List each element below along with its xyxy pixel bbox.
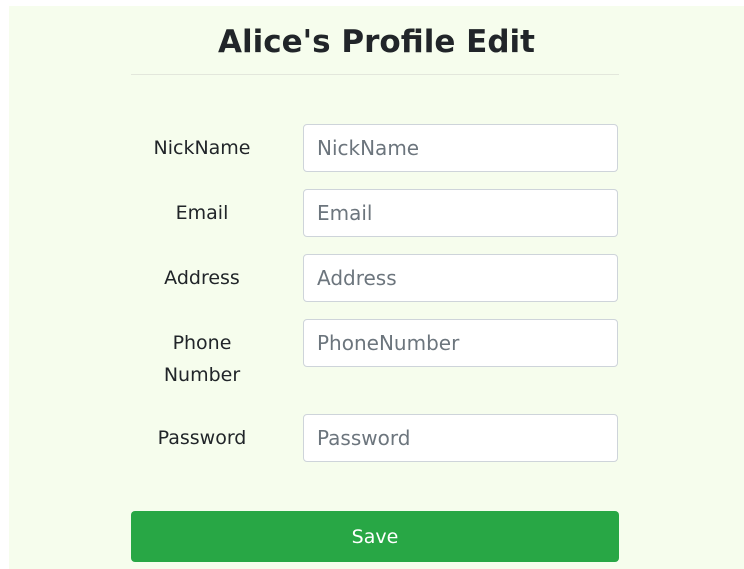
title-divider — [131, 74, 619, 75]
nickname-label: NickName — [153, 137, 251, 159]
password-label: Password — [157, 427, 247, 449]
phone-label-line1: Phone — [172, 332, 232, 354]
password-input[interactable] — [303, 414, 618, 462]
page-title: Alice's Profile Edit — [218, 24, 535, 60]
phone-label-line2: Number — [163, 364, 241, 386]
email-label: Email — [175, 202, 229, 224]
address-label: Address — [164, 267, 240, 289]
phone-number-label: Phone Number — [112, 327, 292, 391]
nickname-input[interactable] — [303, 124, 618, 172]
profile-edit-panel: Alice's Profile Edit NickName Email Addr… — [9, 6, 744, 569]
address-input[interactable] — [303, 254, 618, 302]
email-input[interactable] — [303, 189, 618, 237]
phone-number-input[interactable] — [303, 319, 618, 367]
save-button[interactable]: Save — [131, 511, 619, 562]
